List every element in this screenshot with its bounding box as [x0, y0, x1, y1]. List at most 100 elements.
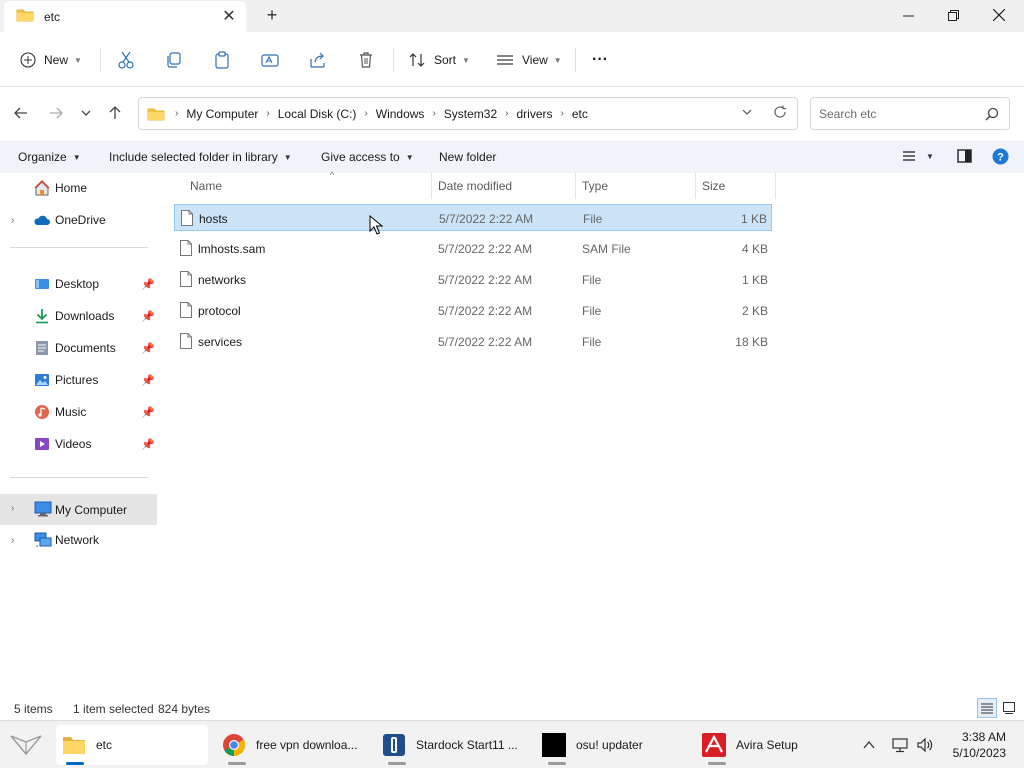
volume-button[interactable]	[914, 725, 936, 765]
new-button[interactable]: New ▼	[20, 46, 82, 74]
tab-etc[interactable]: etc ✕	[4, 1, 246, 32]
large-icons-view-button[interactable]	[999, 698, 1019, 718]
paste-button[interactable]	[213, 46, 231, 74]
chevron-right-icon[interactable]: ›	[11, 503, 14, 514]
address-history-button[interactable]	[741, 106, 753, 121]
nav-item-videos[interactable]: Videos 📌	[0, 431, 157, 457]
nav-item-onedrive[interactable]: › OneDrive	[0, 207, 157, 233]
recent-locations-button[interactable]	[75, 102, 97, 124]
nav-label-onedrive: OneDrive	[55, 213, 106, 227]
selection-size: 824 bytes	[158, 702, 211, 716]
file-row[interactable]: services 5/7/2022 2:22 AM File 18 KB	[174, 328, 772, 355]
new-folder-button[interactable]: New folder	[439, 150, 496, 164]
include-in-library-menu[interactable]: Include selected folder in library ▼	[109, 150, 292, 164]
view-button[interactable]: View ▼	[496, 46, 562, 74]
address-bar[interactable]: › My Computer › Local Disk (C:) › Window…	[138, 97, 798, 130]
column-header-date[interactable]: Date modified	[432, 173, 576, 199]
taskbar-item-avira-setup[interactable]: Avira Setup	[698, 725, 848, 765]
taskbar-label: osu! updater	[576, 738, 643, 752]
nav-item-home[interactable]: Home	[0, 175, 157, 201]
up-button[interactable]	[104, 102, 126, 124]
breadcrumb-my-computer[interactable]: My Computer	[186, 107, 258, 121]
change-view-button[interactable]: ▼	[902, 149, 934, 163]
show-hidden-icons-button[interactable]	[860, 725, 878, 765]
nav-item-pictures[interactable]: Pictures 📌	[0, 367, 157, 393]
nav-item-music[interactable]: Music 📌	[0, 399, 157, 425]
restore-button[interactable]	[930, 0, 976, 30]
volume-icon	[917, 737, 933, 753]
file-row[interactable]: networks 5/7/2022 2:22 AM File 1 KB	[174, 266, 772, 293]
file-icon	[180, 240, 192, 259]
chevron-down-icon	[742, 109, 752, 115]
file-row[interactable]: lmhosts.sam 5/7/2022 2:22 AM SAM File 4 …	[174, 235, 772, 262]
breadcrumb-system32[interactable]: System32	[444, 107, 497, 121]
copy-button[interactable]	[165, 46, 183, 74]
chevron-right-icon[interactable]: ›	[11, 215, 14, 226]
pin-icon[interactable]: 📌	[141, 278, 155, 291]
file-row[interactable]: hosts 5/7/2022 2:22 AM File 1 KB	[174, 204, 772, 231]
give-access-menu[interactable]: Give access to ▼	[321, 150, 414, 164]
taskbar-item-file-explorer[interactable]: etc	[56, 725, 208, 765]
search-input[interactable]: Search etc	[810, 97, 1010, 130]
column-header-size[interactable]: Size	[696, 173, 776, 199]
taskbar-item-osu-updater[interactable]: osu! updater	[538, 725, 688, 765]
forward-button[interactable]	[45, 102, 67, 124]
pin-icon[interactable]: 📌	[141, 374, 155, 387]
share-button[interactable]	[309, 46, 327, 74]
file-icon	[180, 271, 192, 290]
pin-icon[interactable]: 📌	[141, 438, 155, 451]
cut-button[interactable]	[117, 46, 135, 74]
search-icon	[985, 107, 999, 124]
taskbar-label: etc	[96, 738, 113, 752]
breadcrumb-drivers[interactable]: drivers	[516, 107, 552, 121]
nav-label-my-computer: My Computer	[55, 503, 128, 517]
help-button[interactable]: ?	[992, 148, 1009, 165]
avira-icon	[702, 733, 726, 757]
breadcrumb-etc[interactable]: etc	[572, 107, 588, 121]
pin-icon[interactable]: 📌	[141, 310, 155, 323]
column-header-type[interactable]: Type	[576, 173, 696, 199]
file-size: 2 KB	[741, 304, 768, 318]
column-label-name: Name	[190, 179, 223, 193]
nav-item-desktop[interactable]: Desktop 📌	[0, 271, 157, 297]
divider	[393, 48, 394, 72]
rename-button[interactable]	[261, 46, 279, 74]
nav-item-network[interactable]: › Network	[0, 527, 157, 553]
details-view-button[interactable]	[977, 698, 997, 718]
start-button[interactable]	[6, 725, 46, 765]
caret-down-icon: ▼	[283, 152, 292, 162]
details-view-icon	[903, 151, 915, 161]
sort-button[interactable]: Sort ▼	[408, 46, 470, 74]
pin-icon[interactable]: 📌	[141, 406, 155, 419]
nav-label-videos: Videos	[55, 437, 92, 451]
taskbar-item-chrome[interactable]: free vpn downloa...	[218, 725, 368, 765]
chevron-right-icon[interactable]: ›	[11, 535, 14, 546]
refresh-button[interactable]	[773, 105, 787, 122]
organize-menu[interactable]: Organize ▼	[18, 150, 81, 164]
preview-pane-button[interactable]	[957, 149, 972, 163]
videos-icon	[34, 436, 50, 452]
back-button[interactable]	[10, 102, 32, 124]
organize-label: Organize	[18, 150, 67, 164]
new-tab-button[interactable]: +	[262, 5, 282, 25]
network-status-button[interactable]	[890, 725, 912, 765]
sort-icon	[409, 53, 425, 67]
breadcrumb-local-disk[interactable]: Local Disk (C:)	[278, 107, 357, 121]
network-status-icon	[892, 738, 908, 753]
close-window-button[interactable]	[976, 0, 1022, 30]
pin-icon[interactable]: 📌	[141, 342, 155, 355]
taskbar-item-stardock[interactable]: Stardock Start11 ...	[378, 725, 528, 765]
minimize-button[interactable]	[885, 0, 931, 30]
system-clock[interactable]: 3:38 AM 5/10/2023	[953, 729, 1006, 761]
close-tab-icon[interactable]: ✕	[220, 7, 238, 25]
nav-item-documents[interactable]: Documents 📌	[0, 335, 157, 361]
file-name: services	[198, 335, 243, 349]
more-options-button[interactable]: ···	[592, 46, 608, 74]
column-header-name[interactable]: Name ^	[184, 170, 432, 199]
file-row[interactable]: protocol 5/7/2022 2:22 AM File 2 KB	[174, 297, 772, 324]
delete-button[interactable]	[357, 46, 375, 74]
nav-item-downloads[interactable]: Downloads 📌	[0, 303, 157, 329]
breadcrumb-windows[interactable]: Windows	[376, 107, 425, 121]
preview-pane-icon	[957, 149, 972, 163]
nav-item-my-computer[interactable]: › My Computer	[0, 494, 157, 525]
